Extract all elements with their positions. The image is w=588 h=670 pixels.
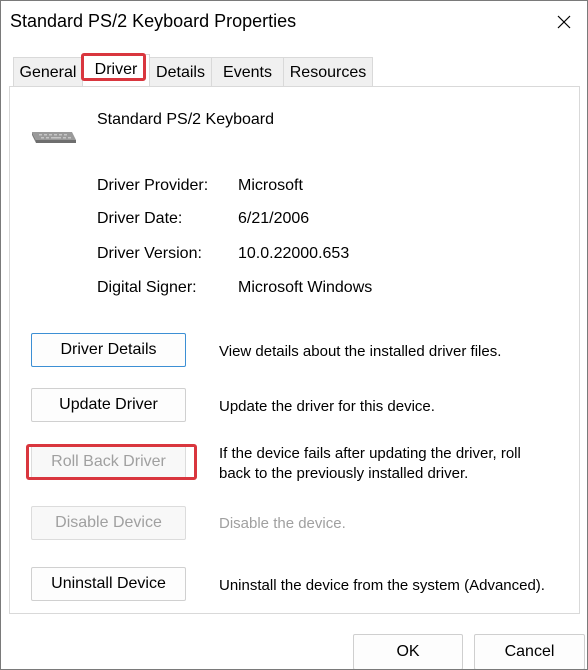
tab-details[interactable]: Details xyxy=(149,57,212,86)
tab-label: Details xyxy=(156,64,205,81)
keyboard-icon xyxy=(32,132,76,143)
close-icon xyxy=(557,15,571,29)
disable-device-description: Disable the device. xyxy=(219,515,346,532)
disable-device-button[interactable]: Disable Device xyxy=(31,506,186,540)
tab-events[interactable]: Events xyxy=(211,57,284,86)
title-bar: Standard PS/2 Keyboard Properties xyxy=(1,1,587,43)
tab-general[interactable]: General xyxy=(13,57,83,86)
driver-version-label: Driver Version: xyxy=(97,245,202,262)
ok-button[interactable]: OK xyxy=(353,634,463,669)
device-name: Standard PS/2 Keyboard xyxy=(97,111,275,128)
uninstall-device-button[interactable]: Uninstall Device xyxy=(31,567,186,601)
driver-provider-value: Microsoft xyxy=(238,177,303,194)
roll-back-description-line2: back to the previously installed driver. xyxy=(219,465,469,482)
window-title: Standard PS/2 Keyboard Properties xyxy=(10,11,297,31)
tab-label: Resources xyxy=(289,64,367,81)
uninstall-device-description: Uninstall the device from the system (Ad… xyxy=(219,577,545,594)
driver-details-button[interactable]: Driver Details xyxy=(31,333,186,367)
properties-dialog: Standard PS/2 Keyboard Properties Genera… xyxy=(0,0,588,670)
tab-label: Events xyxy=(223,64,272,81)
digital-signer-value: Microsoft Windows xyxy=(238,279,373,296)
roll-back-description-line1: If the device fails after updating the d… xyxy=(219,445,521,462)
driver-date-label: Driver Date: xyxy=(97,210,183,227)
cancel-button[interactable]: Cancel xyxy=(474,634,585,669)
tab-resources[interactable]: Resources xyxy=(283,57,373,86)
driver-version-value: 10.0.22000.653 xyxy=(238,245,350,262)
driver-details-description: View details about the installed driver … xyxy=(219,343,502,360)
tab-label: General xyxy=(19,64,77,81)
update-driver-button[interactable]: Update Driver xyxy=(31,388,186,422)
update-driver-description: Update the driver for this device. xyxy=(219,398,435,415)
driver-date-value: 6/21/2006 xyxy=(238,210,310,227)
driver-provider-label: Driver Provider: xyxy=(97,177,209,194)
roll-back-highlight xyxy=(26,444,197,480)
close-button[interactable] xyxy=(541,1,587,43)
digital-signer-label: Digital Signer: xyxy=(97,279,197,296)
driver-tab-highlight xyxy=(81,53,146,81)
